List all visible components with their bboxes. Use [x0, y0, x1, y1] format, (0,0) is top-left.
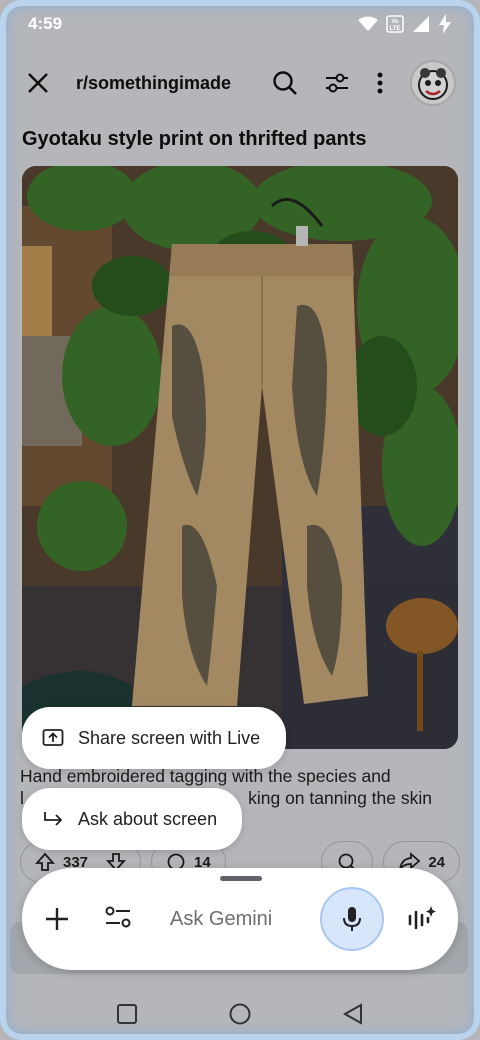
pants-photo: [22, 166, 458, 749]
live-icon: [408, 906, 436, 930]
post-image[interactable]: [22, 166, 458, 749]
close-icon: [28, 73, 48, 93]
back-icon[interactable]: [342, 1003, 364, 1025]
tools-button[interactable]: [104, 905, 132, 934]
more-icon[interactable]: [376, 71, 384, 95]
status-icons: Vo LTE: [358, 14, 452, 34]
gemini-prompt-input[interactable]: Ask Gemini: [170, 908, 320, 931]
share-count: 24: [428, 853, 445, 871]
mic-button[interactable]: [320, 887, 384, 951]
live-button[interactable]: [404, 902, 438, 936]
system-nav-bar: [0, 990, 480, 1038]
gemini-input-bar: Ask Gemini: [22, 868, 458, 970]
avatar-icon: [418, 68, 448, 100]
avatar[interactable]: [410, 60, 456, 106]
filter-icon[interactable]: [324, 71, 350, 95]
share-screen-label: Share screen with Live: [78, 727, 261, 748]
status-time: 4:59: [28, 14, 63, 33]
post-body-line-2-right: king on tanning the skin: [248, 788, 432, 808]
arrow-return-icon: [44, 812, 63, 826]
drag-handle[interactable]: [220, 876, 262, 881]
app-header: r/somethingimade: [0, 48, 480, 118]
subreddit-name[interactable]: r/somethingimade: [76, 73, 272, 94]
svg-text:LTE: LTE: [390, 26, 401, 32]
volte-icon: VoLTE: [386, 15, 404, 33]
wifi-icon: [358, 16, 378, 31]
post-title[interactable]: Gyotaku style print on thrifted pants: [22, 128, 462, 151]
svg-text:Vo: Vo: [391, 19, 399, 25]
header-icons: [272, 60, 456, 106]
status-bar: 4:59 Vo LTE: [0, 0, 480, 48]
home-icon[interactable]: [228, 1002, 252, 1026]
battery-charging-icon: [439, 14, 451, 34]
plus-icon: [46, 908, 68, 930]
ask-about-screen-button[interactable]: Ask about screen: [22, 788, 242, 850]
screen-share-icon: [42, 729, 64, 746]
share-screen-with-live-button[interactable]: Share screen with Live: [22, 707, 286, 769]
add-button[interactable]: [42, 904, 72, 934]
ask-screen-label: Ask about screen: [78, 808, 218, 829]
signal-icon: [413, 16, 429, 32]
tune-icon: [105, 906, 131, 927]
recents-icon[interactable]: [116, 1003, 138, 1025]
search-icon[interactable]: [272, 70, 298, 96]
close-button[interactable]: [24, 69, 52, 97]
upvote-icon[interactable]: [35, 852, 55, 872]
mic-icon: [343, 907, 361, 931]
